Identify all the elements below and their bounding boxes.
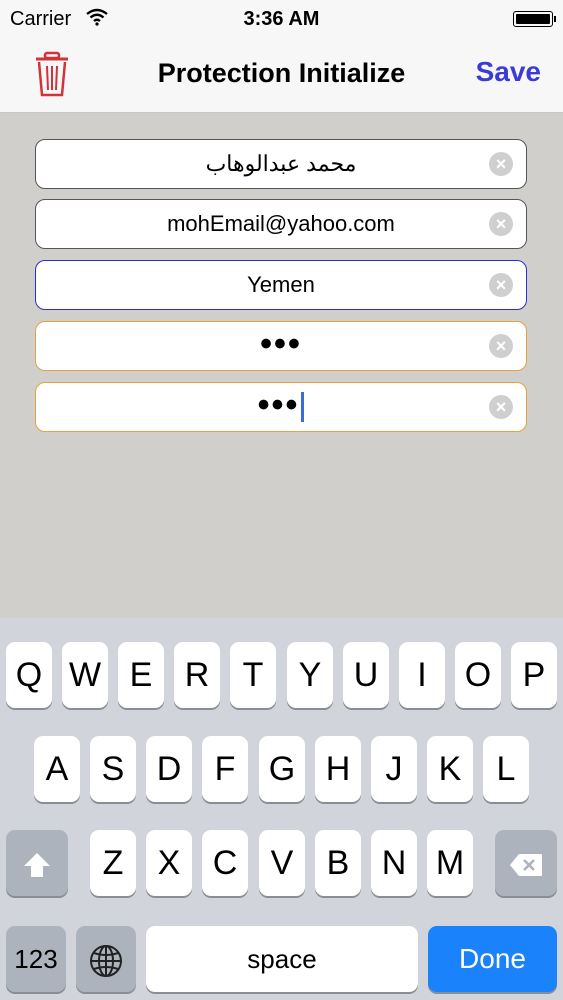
done-key[interactable]: Done	[428, 926, 557, 992]
save-button[interactable]: Save	[476, 56, 541, 88]
delete-key[interactable]	[495, 830, 557, 896]
email-field-value: mohEmail@yahoo.com	[167, 211, 395, 236]
key-d[interactable]: D	[146, 736, 192, 802]
name-field-value: محمد عبدالوهاب	[205, 151, 357, 176]
password-field-value: •••	[260, 325, 302, 363]
key-p[interactable]: P	[511, 642, 557, 708]
confirm-password-field[interactable]: ••• ×	[35, 382, 527, 432]
clear-confirm-password-icon[interactable]: ×	[489, 395, 513, 419]
country-field-value: Yemen	[247, 272, 315, 297]
country-field[interactable]: Yemen ×	[35, 260, 527, 310]
key-w[interactable]: W	[62, 642, 108, 708]
password-field[interactable]: ••• ×	[35, 321, 527, 371]
key-l[interactable]: L	[483, 736, 529, 802]
key-z[interactable]: Z	[90, 830, 136, 896]
clear-country-icon[interactable]: ×	[489, 273, 513, 297]
key-o[interactable]: O	[455, 642, 501, 708]
battery-icon	[513, 11, 556, 27]
key-t[interactable]: T	[230, 642, 276, 708]
clear-name-icon[interactable]: ×	[489, 152, 513, 176]
key-i[interactable]: I	[399, 642, 445, 708]
key-r[interactable]: R	[174, 642, 220, 708]
numbers-key[interactable]: 123	[6, 926, 66, 992]
backspace-icon	[510, 854, 542, 877]
shift-key[interactable]	[6, 830, 68, 896]
globe-key[interactable]	[76, 926, 136, 992]
key-n[interactable]: N	[371, 830, 417, 896]
navigation-bar: Protection Initialize Save	[0, 40, 563, 113]
key-e[interactable]: E	[118, 642, 164, 708]
key-g[interactable]: G	[259, 736, 305, 802]
key-y[interactable]: Y	[287, 642, 333, 708]
key-h[interactable]: H	[315, 736, 361, 802]
status-bar: Carrier 3:36 AM	[0, 0, 563, 40]
key-a[interactable]: A	[34, 736, 80, 802]
globe-icon	[90, 945, 122, 978]
confirm-password-dots: •••	[257, 386, 300, 424]
key-m[interactable]: M	[427, 830, 473, 896]
status-time: 3:36 AM	[243, 8, 320, 30]
key-q[interactable]: Q	[6, 642, 52, 708]
key-s[interactable]: S	[90, 736, 136, 802]
key-j[interactable]: J	[371, 736, 417, 802]
key-k[interactable]: K	[427, 736, 473, 802]
confirm-password-field-value: •••	[76, 383, 486, 430]
clear-password-icon[interactable]: ×	[489, 334, 513, 358]
keyboard: Q W E R T Y U I O P A S D F G H J K L Z …	[0, 618, 563, 1000]
text-caret	[301, 392, 305, 423]
clear-email-icon[interactable]: ×	[489, 212, 513, 236]
email-field[interactable]: mohEmail@yahoo.com ×	[35, 199, 527, 249]
key-x[interactable]: X	[146, 830, 192, 896]
space-key[interactable]: space	[146, 926, 418, 992]
key-c[interactable]: C	[202, 830, 248, 896]
key-f[interactable]: F	[202, 736, 248, 802]
key-b[interactable]: B	[315, 830, 361, 896]
key-u[interactable]: U	[343, 642, 389, 708]
name-field[interactable]: محمد عبدالوهاب ×	[35, 139, 527, 189]
shift-icon	[24, 853, 50, 878]
key-v[interactable]: V	[259, 830, 305, 896]
